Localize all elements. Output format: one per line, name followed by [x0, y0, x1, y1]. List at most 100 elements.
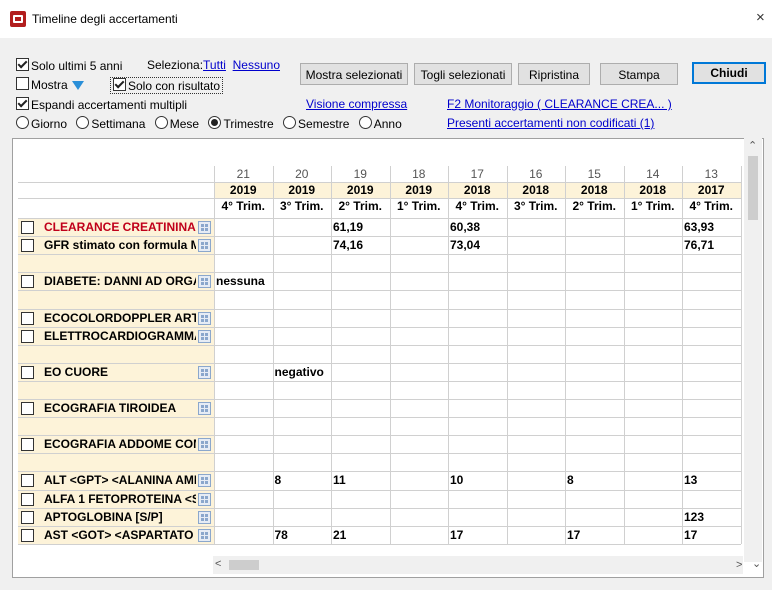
scroll-left-icon[interactable]: < — [215, 558, 221, 570]
row-checkbox[interactable] — [21, 329, 34, 343]
filter-icon — [71, 81, 84, 90]
column-year: 2019 — [331, 182, 390, 198]
presenti-link[interactable]: Presenti accertamenti non codificati (1) — [447, 116, 654, 130]
period-radio-group: Giorno Settimana Mese Trimestre Semestre… — [16, 116, 402, 131]
radio-semestre[interactable]: Semestre — [283, 116, 349, 131]
column-index: 19 — [353, 167, 367, 181]
row-checkbox[interactable] — [21, 492, 34, 506]
row-checkbox[interactable] — [21, 311, 34, 325]
togli-selezionati-button[interactable]: Togli selezionati — [414, 63, 512, 85]
table-cell: negativo — [274, 364, 324, 379]
details-icon[interactable] — [198, 239, 211, 253]
table-cell: 60,38 — [450, 220, 481, 234]
details-icon[interactable] — [198, 365, 211, 379]
details-icon[interactable] — [198, 275, 211, 289]
solo-risultato-checkbox[interactable]: Solo con risultato — [110, 77, 224, 94]
row-checkbox[interactable] — [21, 402, 34, 415]
radio-settimana[interactable]: Settimana — [76, 116, 145, 131]
row-checkbox[interactable] — [21, 438, 34, 452]
row-label: ECOGRAFIA TIROIDEA — [44, 399, 196, 418]
row-checkbox[interactable] — [21, 474, 34, 488]
scroll-right-icon[interactable]: > — [736, 559, 742, 571]
stampa-button[interactable]: Stampa — [600, 63, 678, 85]
radio-mese[interactable]: Mese — [154, 116, 199, 131]
details-icon[interactable] — [198, 329, 211, 343]
table-cell: 78 — [274, 527, 288, 542]
espandi-checkbox[interactable]: Espandi accertamenti multipli — [16, 97, 187, 112]
row-checkbox[interactable] — [21, 528, 34, 542]
radio-anno[interactable]: Anno — [358, 116, 402, 131]
grid-line — [18, 525, 741, 527]
details-icon[interactable] — [198, 311, 211, 325]
table-cell: 76,71 — [684, 238, 715, 253]
column-year: 2018 — [448, 182, 507, 198]
row-checkbox[interactable] — [21, 221, 34, 234]
close-icon[interactable]: × — [756, 9, 765, 26]
details-icon[interactable] — [198, 438, 211, 452]
grid-line — [18, 362, 741, 364]
horizontal-scrollbar[interactable]: < — [213, 556, 743, 574]
visione-compressa-link[interactable]: Visione compressa — [306, 97, 407, 111]
scroll-up-icon[interactable]: ⌃ — [748, 139, 757, 152]
row-label: GFR stimato con formula M — [44, 236, 196, 255]
chiudi-button[interactable]: Chiudi — [692, 62, 766, 84]
row-label: APTOGLOBINA [S/P] — [44, 507, 196, 526]
details-icon[interactable] — [198, 474, 211, 488]
table-cell: 17 — [684, 527, 698, 542]
table-cell: 8 — [567, 473, 574, 488]
column-index: 21 — [236, 167, 250, 181]
column-period: 4° Trim. — [689, 199, 733, 213]
column-year: 2018 — [506, 182, 565, 198]
solo-ultimi-checkbox[interactable]: Solo ultimi 5 anni — [16, 58, 122, 73]
radio-giorno[interactable]: Giorno — [16, 116, 67, 131]
mostra-selezionati-button[interactable]: Mostra selezionati — [300, 63, 408, 85]
radio-icon — [76, 116, 90, 129]
nessuno-link[interactable]: Nessuno — [233, 58, 280, 72]
details-icon[interactable] — [198, 528, 211, 542]
row-checkbox[interactable] — [21, 275, 34, 289]
f2-monitoraggio-link[interactable]: F2 Monitoraggio ( CLEARANCE CREA... ) — [447, 97, 672, 111]
grid-line — [448, 166, 449, 544]
scroll-down-icon[interactable]: ⌄ — [752, 557, 761, 570]
column-period: 1° Trim. — [397, 199, 441, 213]
grid-line — [506, 166, 508, 544]
grid-line — [565, 166, 566, 544]
radio-icon — [16, 116, 29, 129]
column-index: 15 — [587, 167, 601, 181]
grid-line — [18, 453, 741, 455]
radio-trimestre[interactable]: Trimestre — [208, 116, 274, 131]
details-icon[interactable] — [198, 510, 211, 524]
grid-line — [18, 471, 741, 473]
horizontal-scroll-thumb[interactable] — [229, 560, 259, 570]
details-icon[interactable] — [198, 221, 211, 234]
row-label: ALFA 1 FETOPROTEINA <S> — [44, 489, 196, 508]
table-cell: 63,93 — [684, 220, 715, 234]
column-period: 2° Trim. — [572, 199, 616, 213]
row-checkbox[interactable] — [21, 239, 34, 253]
column-year: 2018 — [565, 182, 624, 198]
table-cell: 17 — [567, 527, 581, 542]
row-label: ECOGRAFIA ADDOME COMI — [44, 435, 196, 454]
row-checkbox[interactable] — [21, 510, 34, 524]
column-index: 20 — [295, 167, 309, 181]
radio-anno-label: Anno — [373, 117, 402, 131]
grid-line — [18, 272, 741, 274]
column-year: 2019 — [214, 182, 273, 198]
column-period: 4° Trim. — [221, 199, 265, 213]
row-checkbox[interactable] — [21, 365, 34, 379]
vertical-scrollbar[interactable]: ⌃ — [744, 138, 762, 562]
ripristina-button[interactable]: Ripristina — [518, 63, 590, 85]
tutti-link[interactable]: Tutti — [203, 58, 226, 72]
grid-line — [18, 344, 741, 346]
table-cell: 61,19 — [333, 220, 364, 234]
table-cell: 8 — [274, 473, 282, 488]
checkbox-icon — [113, 78, 126, 91]
row-label: DIABETE: DANNI AD ORGAN — [44, 272, 196, 291]
details-icon[interactable] — [198, 492, 211, 506]
column-year: 2018 — [623, 182, 682, 198]
window-title: Timeline degli accertamenti — [32, 12, 178, 26]
details-icon[interactable] — [198, 402, 211, 415]
grid-line — [18, 182, 741, 183]
vertical-scroll-thumb[interactable] — [748, 156, 758, 220]
mostra-checkbox[interactable]: Mostra — [16, 77, 88, 92]
